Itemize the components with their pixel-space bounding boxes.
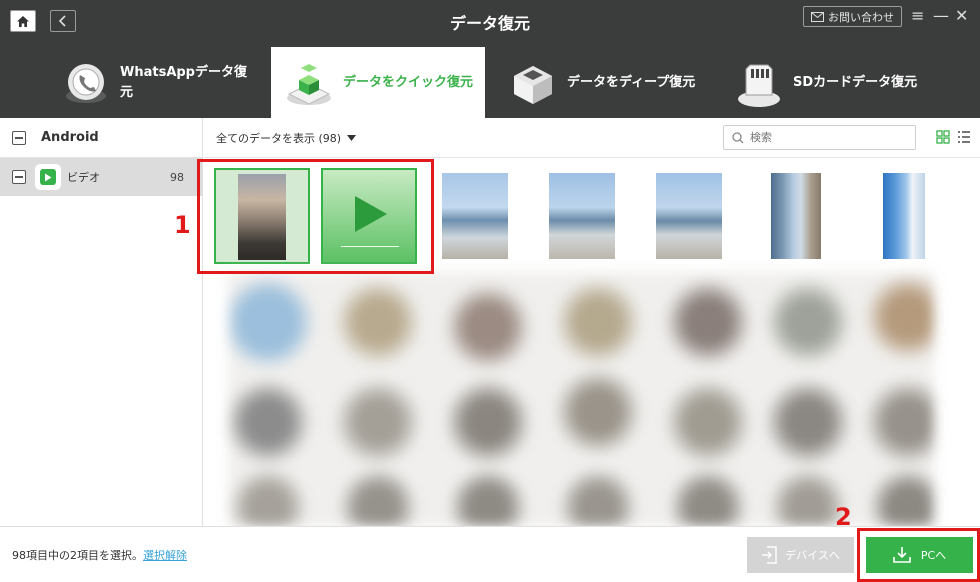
close-icon[interactable]: ✕	[955, 7, 968, 25]
step-marker-1: 1	[174, 211, 191, 239]
tab-label-line2: 元	[120, 84, 134, 100]
selection-highlight	[197, 159, 434, 274]
contact-label: お問い合わせ	[828, 10, 894, 24]
device-row[interactable]: Android	[0, 118, 202, 158]
video-thumbnail[interactable]	[549, 173, 615, 259]
pc-button-highlight	[857, 528, 980, 582]
selection-status: 98項目中の2項目を選択。選択解除	[12, 547, 187, 563]
video-thumbnail[interactable]	[442, 173, 508, 259]
to-device-button[interactable]: デバイスへ	[747, 537, 854, 573]
sidebar-item-label: ビデオ	[67, 171, 100, 184]
deselect-link[interactable]: 選択解除	[143, 549, 187, 562]
mail-icon	[811, 11, 824, 22]
deep-restore-box-icon	[505, 55, 561, 111]
minimize-icon[interactable]: —	[933, 7, 949, 25]
tab-label-line1: WhatsAppデータ復	[120, 64, 247, 80]
video-thumbnail[interactable]	[656, 173, 722, 259]
sd-card-icon	[731, 55, 787, 111]
tab-label: SDカードデータ復元	[793, 74, 918, 90]
import-device-icon	[762, 546, 777, 564]
search-input[interactable]	[750, 131, 910, 144]
caret-down-icon	[347, 135, 357, 141]
app-header: データ復元 お問い合わせ ≡ — ✕ WhatsAppデータ復 元 データをクイ…	[0, 0, 980, 118]
menu-icon[interactable]: ≡	[911, 7, 924, 25]
video-thumbnail[interactable]	[771, 173, 821, 259]
tab-sd-restore[interactable]: SDカードデータ復元	[731, 47, 951, 118]
device-checkbox[interactable]	[12, 130, 26, 145]
filter-dropdown[interactable]: 全てのデータを表示 (98)	[216, 130, 357, 146]
video-icon	[35, 164, 61, 190]
video-checkbox[interactable]	[12, 170, 26, 184]
category-sidebar: Android ビデオ 98	[0, 118, 203, 526]
quick-restore-cube-icon	[281, 55, 337, 111]
to-device-label: デバイスへ	[785, 549, 840, 562]
tab-quick-restore[interactable]: データをクイック復元	[271, 47, 485, 118]
tab-label: データをディープ復元	[567, 74, 696, 90]
search-box[interactable]	[723, 125, 916, 150]
contact-button[interactable]: お問い合わせ	[803, 6, 902, 27]
whatsapp-phone-icon	[58, 55, 114, 111]
tab-whatsapp-restore[interactable]: WhatsAppデータ復 元	[58, 47, 263, 118]
status-bar: 98項目中の2項目を選択。選択解除 デバイスへ PCへ	[0, 526, 980, 582]
device-label: Android	[41, 130, 99, 145]
grid-view-icon[interactable]	[936, 130, 950, 144]
content-toolbar: 全てのデータを表示 (98)	[204, 118, 980, 158]
tab-label: データをクイック復元	[343, 74, 474, 90]
sidebar-item-count: 98	[170, 170, 184, 184]
filter-label: 全てのデータを表示 (98)	[216, 132, 342, 145]
video-thumbnail[interactable]	[883, 173, 925, 259]
status-text: 98項目中の2項目を選択。	[12, 549, 143, 562]
list-view-icon[interactable]	[957, 130, 971, 144]
search-icon	[732, 131, 744, 143]
tab-deep-restore[interactable]: データをディープ復元	[505, 47, 715, 118]
sidebar-item-video[interactable]: ビデオ 98	[0, 158, 202, 196]
blurred-thumbnails	[228, 272, 934, 526]
